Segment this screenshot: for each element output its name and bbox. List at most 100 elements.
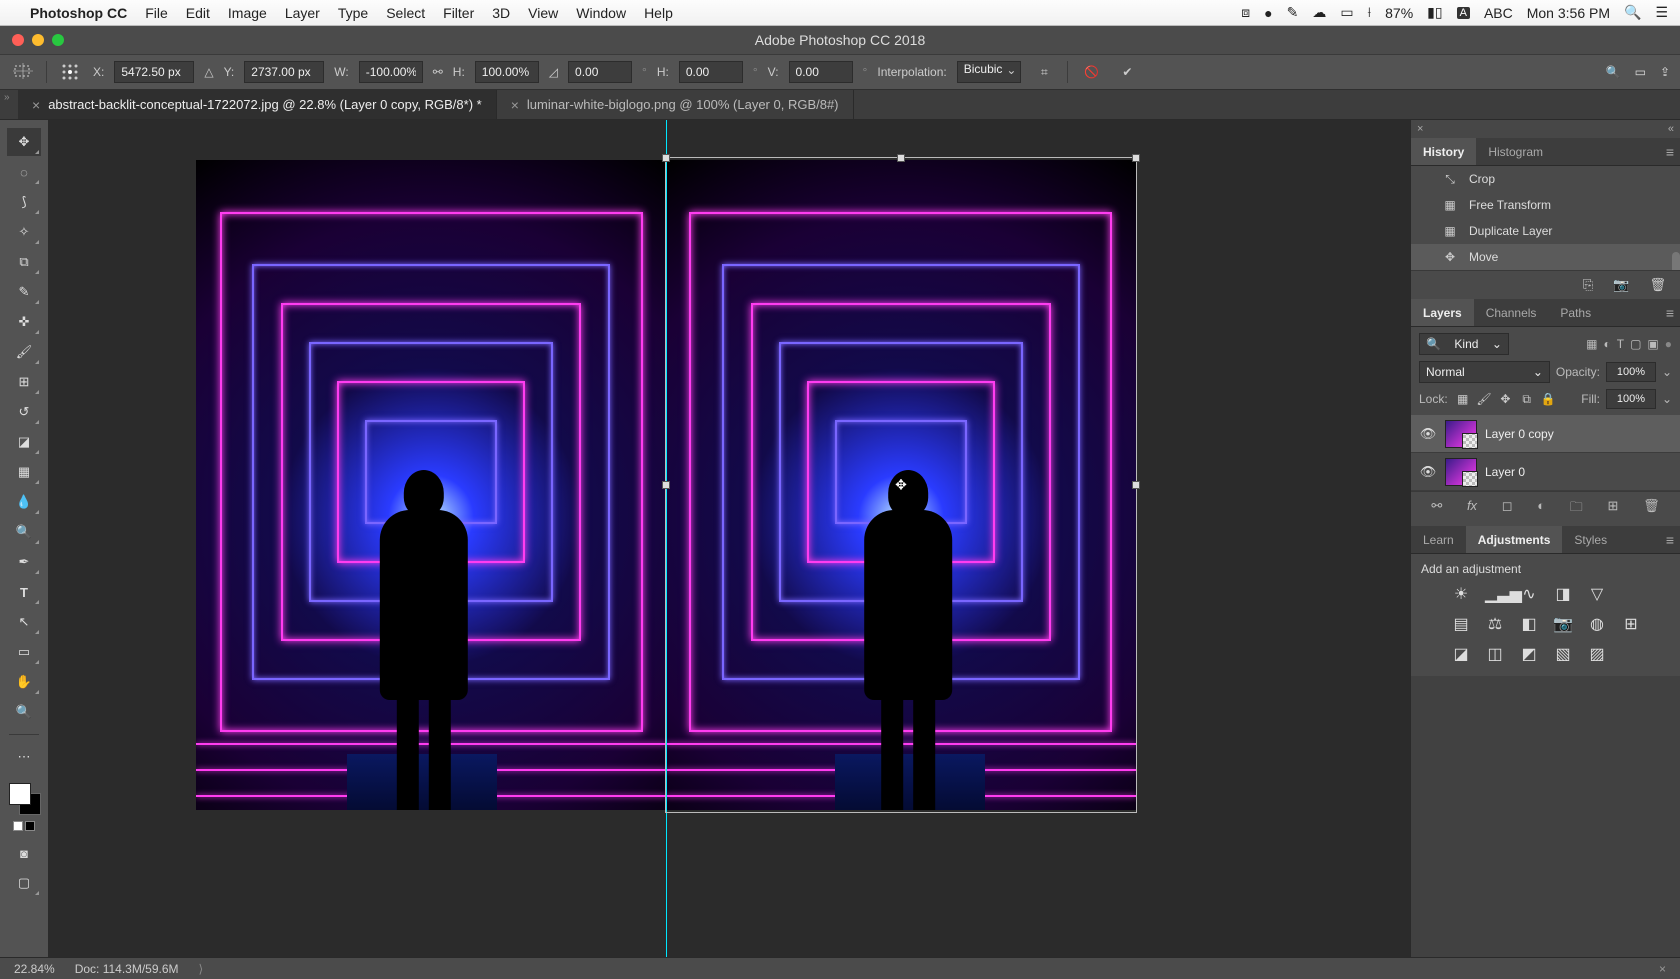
visibility-icon[interactable]: 👁 <box>1419 426 1437 442</box>
new-layer-icon[interactable]: ⊞ <box>1607 498 1618 520</box>
delete-layer-icon[interactable]: 🗑 <box>1643 498 1660 520</box>
color-swatches[interactable] <box>7 781 41 815</box>
menu-window[interactable]: Window <box>576 5 626 21</box>
menu-layer[interactable]: Layer <box>285 5 320 21</box>
brush-tool[interactable]: 🖌 <box>7 338 41 366</box>
clock[interactable]: Mon 3:56 PM <box>1527 5 1610 21</box>
battery-icon[interactable]: ▮▯ <box>1427 4 1442 21</box>
menu-view[interactable]: View <box>528 5 558 21</box>
filter-pixel-icon[interactable]: ▦ <box>1586 337 1597 351</box>
lock-artboard-icon[interactable]: ⧉ <box>1518 392 1536 407</box>
channel-mixer-icon[interactable]: ◍ <box>1587 614 1607 634</box>
panel-menu-icon[interactable]: ≡ <box>1666 144 1674 160</box>
tab-history[interactable]: History <box>1411 138 1476 165</box>
marquee-tool[interactable]: ◌ <box>7 158 41 186</box>
panel-close-icon[interactable]: × <box>1417 123 1423 135</box>
new-doc-from-state-icon[interactable]: ⎘ <box>1583 277 1593 293</box>
transform-handle[interactable] <box>1132 154 1140 162</box>
default-colors-icon[interactable] <box>13 821 35 831</box>
vibrance-icon[interactable]: ▽ <box>1587 584 1607 604</box>
color-lookup-icon[interactable]: ⊞ <box>1621 614 1641 634</box>
menu-image[interactable]: Image <box>228 5 267 21</box>
angle-input[interactable] <box>568 61 632 83</box>
stamp-tool[interactable]: ⊞ <box>7 368 41 396</box>
menu-file[interactable]: File <box>145 5 168 21</box>
link-layers-icon[interactable]: ⚯ <box>1431 498 1442 520</box>
menu-edit[interactable]: Edit <box>186 5 210 21</box>
y-input[interactable] <box>244 61 324 83</box>
layer-thumbnail[interactable] <box>1445 458 1477 486</box>
close-window-button[interactable] <box>12 34 24 46</box>
layer-row[interactable]: 👁 Layer 0 copy <box>1411 415 1680 453</box>
path-select-tool[interactable]: ↖ <box>7 608 41 636</box>
input-source-icon[interactable]: A <box>1457 7 1470 19</box>
transform-box[interactable]: ✥ <box>666 158 1136 812</box>
app-icon[interactable]: ● <box>1264 5 1272 21</box>
adjustment-layer-icon[interactable]: ◐ <box>1537 498 1545 520</box>
minimize-window-button[interactable] <box>32 34 44 46</box>
menu-icon[interactable]: ☰ <box>1655 4 1668 21</box>
levels-icon[interactable]: ▁▃▅ <box>1485 584 1505 604</box>
dropbox-icon[interactable]: ⧈ <box>1241 4 1250 21</box>
group-icon[interactable]: 🗀 <box>1570 498 1583 520</box>
selective-color-icon[interactable]: ▨ <box>1587 644 1607 664</box>
layer-name[interactable]: Layer 0 <box>1485 465 1525 479</box>
quick-select-tool[interactable]: ✧ <box>7 218 41 246</box>
zoom-tool[interactable]: 🔍 <box>7 698 41 726</box>
x-input[interactable] <box>114 61 194 83</box>
cc-icon[interactable]: ☁ <box>1312 4 1326 21</box>
gradient-tool[interactable]: ▦ <box>7 458 41 486</box>
filter-type-icon[interactable]: T <box>1617 337 1624 351</box>
hand-tool[interactable]: ✋ <box>7 668 41 696</box>
history-item[interactable]: ▦Free Transform <box>1411 192 1680 218</box>
collapse-toolbar-icon[interactable]: » <box>4 92 10 103</box>
menu-select[interactable]: Select <box>386 5 425 21</box>
commit-transform-icon[interactable]: ✔ <box>1114 60 1140 84</box>
exposure-icon[interactable]: ◨ <box>1553 584 1573 604</box>
tab-histogram[interactable]: Histogram <box>1476 138 1555 165</box>
history-item[interactable]: ✥Move <box>1411 244 1680 270</box>
skew-v-input[interactable] <box>789 61 853 83</box>
transform-handle[interactable] <box>897 154 905 162</box>
tab-channels[interactable]: Channels <box>1474 299 1549 326</box>
bw-icon[interactable]: ◧ <box>1519 614 1539 634</box>
hue-icon[interactable]: ▤ <box>1451 614 1471 634</box>
search-icon[interactable]: 🔍 <box>1606 65 1621 79</box>
history-brush-tool[interactable]: ↺ <box>7 398 41 426</box>
mask-icon[interactable]: ◻ <box>1502 498 1513 520</box>
threshold-icon[interactable]: ◩ <box>1519 644 1539 664</box>
photo-filter-icon[interactable]: 📷 <box>1553 614 1573 634</box>
filter-shape-icon[interactable]: ▢ <box>1630 337 1641 351</box>
close-tab-icon[interactable]: × <box>32 97 40 113</box>
lock-position-icon[interactable]: ✥ <box>1496 392 1514 406</box>
interpolation-select[interactable]: Bicubic <box>957 61 1022 83</box>
lock-all-icon[interactable]: 🔒 <box>1539 392 1557 406</box>
scrollbar-thumb[interactable] <box>1672 252 1680 270</box>
eyedropper-tool[interactable]: ✎ <box>7 278 41 306</box>
dropdown-icon[interactable]: ⌄ <box>1662 365 1672 379</box>
screen-mode-icon[interactable]: ▢ <box>7 869 41 897</box>
type-tool[interactable]: T <box>7 578 41 606</box>
menu-help[interactable]: Help <box>644 5 673 21</box>
curves-icon[interactable]: ∿ <box>1519 584 1539 604</box>
menu-type[interactable]: Type <box>338 5 368 21</box>
crop-tool[interactable]: ⧉ <box>7 248 41 276</box>
doc-tab-1[interactable]: × abstract-backlit-conceptual-1722072.jp… <box>18 90 497 119</box>
panel-close-icon[interactable]: × <box>1659 962 1666 976</box>
transform-handle[interactable] <box>662 481 670 489</box>
fx-icon[interactable]: fx <box>1467 498 1477 520</box>
panel-menu-icon[interactable]: ≡ <box>1666 305 1674 321</box>
dropdown-icon[interactable]: ⌄ <box>1662 392 1672 406</box>
app-name[interactable]: Photoshop CC <box>30 5 127 21</box>
transform-tool-icon[interactable] <box>10 60 36 84</box>
status-menu-icon[interactable]: ⟩ <box>199 962 204 976</box>
skew-h-input[interactable] <box>679 61 743 83</box>
wifi-icon[interactable]: ⟊ <box>1368 4 1372 21</box>
visibility-icon[interactable]: 👁 <box>1419 464 1437 480</box>
rectangle-tool[interactable]: ▭ <box>7 638 41 666</box>
close-tab-icon[interactable]: × <box>511 97 519 113</box>
panel-menu-icon[interactable]: ≡ <box>1666 532 1674 548</box>
menu-filter[interactable]: Filter <box>443 5 474 21</box>
invert-icon[interactable]: ◪ <box>1451 644 1471 664</box>
share-icon[interactable]: ⇪ <box>1660 65 1670 79</box>
